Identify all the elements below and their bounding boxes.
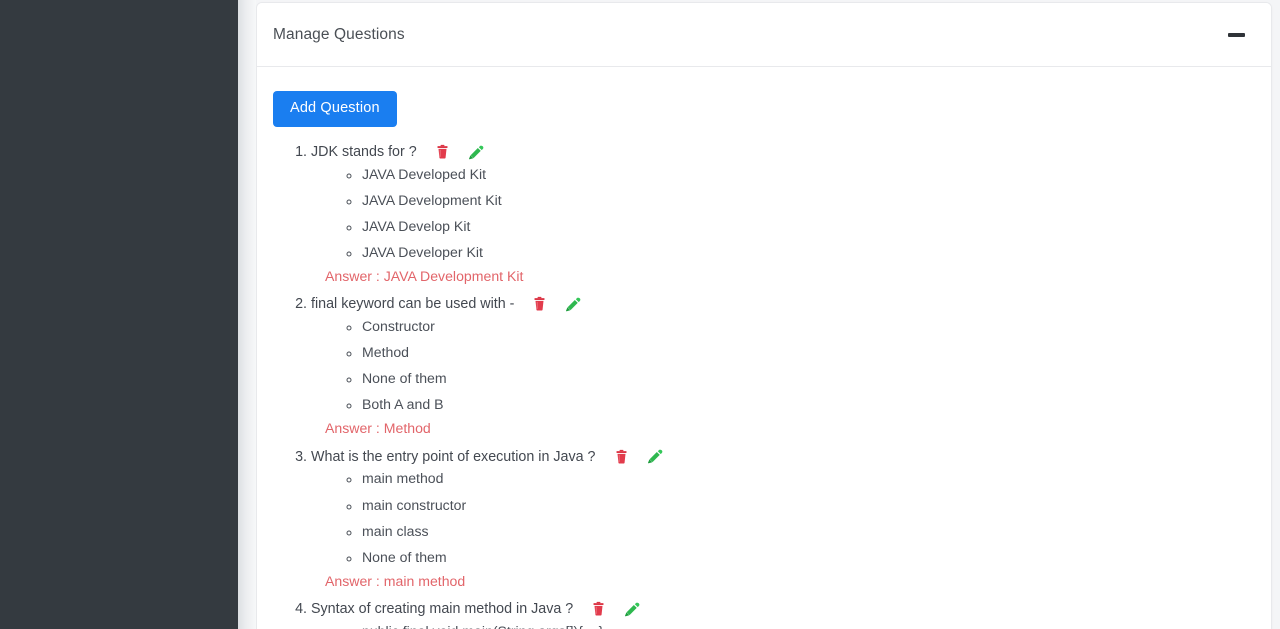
sidebar-content-gutter bbox=[238, 0, 256, 629]
question-header: Syntax of creating main method in Java ? bbox=[311, 598, 1255, 621]
trash-icon bbox=[591, 601, 606, 617]
trash-icon bbox=[435, 144, 450, 160]
card-body: Add Question JDK stands for ? JAVA Develo… bbox=[257, 67, 1271, 629]
option-item: main method bbox=[362, 470, 1255, 487]
option-item: Both A and B bbox=[362, 396, 1255, 413]
answer-text: Answer : JAVA Development Kit bbox=[325, 267, 524, 284]
question-header: What is the entry point of execution in … bbox=[311, 445, 1255, 468]
option-label: main constructor bbox=[362, 496, 467, 513]
collapse-button[interactable] bbox=[1223, 22, 1249, 48]
option-label: JAVA Developer Kit bbox=[362, 243, 483, 260]
option-label: JAVA Developed Kit bbox=[362, 165, 487, 182]
option-item: JAVA Develop Kit bbox=[362, 217, 1255, 234]
manage-questions-card: Manage Questions Add Question JDK stands… bbox=[256, 2, 1272, 629]
trash-icon bbox=[614, 449, 629, 465]
option-label: main method bbox=[362, 470, 444, 487]
question-item: final keyword can be used with - Construc… bbox=[311, 293, 1255, 435]
answer-text: Answer : main method bbox=[325, 572, 466, 589]
option-item: None of them bbox=[362, 370, 1255, 387]
question-header: final keyword can be used with - bbox=[311, 293, 1255, 316]
option-item: Method bbox=[362, 344, 1255, 361]
question-item: What is the entry point of execution in … bbox=[311, 445, 1255, 589]
delete-question-button[interactable] bbox=[434, 143, 451, 161]
minus-icon bbox=[1227, 32, 1245, 37]
option-label: None of them bbox=[362, 548, 447, 565]
delete-question-button[interactable] bbox=[531, 295, 548, 313]
option-label: main class bbox=[362, 522, 429, 539]
question-actions bbox=[613, 448, 664, 466]
question-actions bbox=[590, 600, 641, 618]
option-item: None of them bbox=[362, 548, 1255, 565]
answer-text: Answer : Method bbox=[325, 420, 431, 437]
pencil-icon bbox=[565, 296, 582, 313]
question-text: What is the entry point of execution in … bbox=[311, 448, 596, 465]
option-item: main constructor bbox=[362, 496, 1255, 513]
card-header: Manage Questions bbox=[257, 3, 1271, 67]
question-actions bbox=[531, 295, 582, 313]
question-item: Syntax of creating main method in Java ?… bbox=[311, 598, 1255, 629]
option-item: JAVA Developer Kit bbox=[362, 243, 1255, 260]
edit-question-button[interactable] bbox=[468, 143, 485, 161]
add-question-button[interactable]: Add Question bbox=[273, 91, 397, 127]
question-item: JDK stands for ?JAVA Developed KitJAVA D… bbox=[311, 141, 1255, 283]
edit-question-button[interactable] bbox=[565, 295, 582, 313]
delete-question-button[interactable] bbox=[590, 600, 607, 618]
questions-list: JDK stands for ?JAVA Developed KitJAVA D… bbox=[273, 141, 1255, 629]
option-item: public final void main(String args[]){ .… bbox=[362, 623, 1255, 629]
question-actions bbox=[434, 143, 485, 161]
edit-question-button[interactable] bbox=[647, 448, 664, 466]
option-label: Method bbox=[362, 344, 410, 361]
left-sidebar bbox=[0, 0, 238, 629]
option-list: main method main constructor main class Non… bbox=[311, 470, 1255, 565]
trash-icon bbox=[532, 296, 547, 312]
edit-question-button[interactable] bbox=[624, 600, 641, 618]
question-header: JDK stands for ? bbox=[311, 141, 1255, 164]
option-label: JAVA Develop Kit bbox=[362, 217, 471, 234]
pencil-icon bbox=[647, 448, 664, 465]
option-label: JAVA Development Kit bbox=[362, 191, 502, 208]
option-list: public final void main(String args[]){ .… bbox=[311, 623, 1255, 629]
option-label: Both A and B bbox=[362, 396, 444, 413]
option-item: main class bbox=[362, 522, 1255, 539]
question-text: final keyword can be used with - bbox=[311, 296, 515, 313]
option-list: Constructor Method None of them Both A and … bbox=[311, 317, 1255, 413]
option-list: JAVA Developed Kit JAVA Development Kit JA… bbox=[311, 165, 1255, 260]
question-text: Syntax of creating main method in Java ? bbox=[311, 601, 574, 618]
page-title: Manage Questions bbox=[273, 25, 405, 43]
delete-question-button[interactable] bbox=[613, 448, 630, 466]
option-label: None of them bbox=[362, 370, 447, 387]
pencil-icon bbox=[468, 144, 485, 161]
pencil-icon bbox=[624, 601, 641, 618]
option-label: Constructor bbox=[362, 317, 435, 334]
app-root: Manage Questions Add Question JDK stands… bbox=[0, 0, 1280, 629]
option-item: JAVA Development Kit bbox=[362, 191, 1255, 208]
main-content: Manage Questions Add Question JDK stands… bbox=[256, 0, 1280, 629]
question-text: JDK stands for ? bbox=[311, 143, 417, 160]
option-item: JAVA Developed Kit bbox=[362, 165, 1255, 182]
option-label: public final void main(String args[]){ .… bbox=[362, 623, 603, 629]
option-item: Constructor bbox=[362, 317, 1255, 334]
